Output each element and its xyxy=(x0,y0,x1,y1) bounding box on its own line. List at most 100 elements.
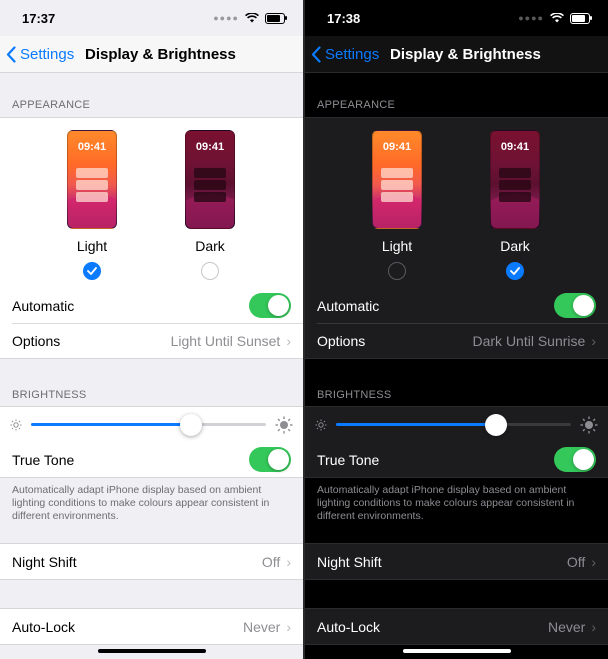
dark-preview-thumbnail[interactable]: 09:41 xyxy=(490,130,540,229)
true-tone-label: True Tone xyxy=(12,451,75,468)
appearance-label-light: Light xyxy=(76,238,108,254)
auto-lock-value: Never xyxy=(547,618,586,635)
status-time: 17:37 xyxy=(22,10,56,26)
options-value: Light Until Sunset xyxy=(170,332,281,349)
automatic-row: Automatic xyxy=(305,288,608,323)
battery-icon xyxy=(570,12,592,24)
auto-lock-group: Auto-Lock Never › xyxy=(305,608,608,645)
brightness-slider[interactable] xyxy=(336,413,571,436)
brightness-slider-row xyxy=(0,407,303,442)
appearance-label-dark: Dark xyxy=(500,238,530,254)
radio-light[interactable] xyxy=(388,262,406,280)
wifi-icon xyxy=(245,13,259,23)
night-shift-value: Off xyxy=(261,553,281,570)
back-button[interactable]: Settings xyxy=(6,46,74,63)
auto-lock-label: Auto-Lock xyxy=(317,618,381,635)
checkmark-icon xyxy=(510,267,520,275)
page-title: Display & Brightness xyxy=(390,45,541,63)
preview-time: 09:41 xyxy=(195,141,225,153)
preview-time: 09:41 xyxy=(382,141,412,153)
auto-lock-value: Never xyxy=(242,618,281,635)
true-tone-description: Automatically adapt iPhone display based… xyxy=(12,484,270,522)
chevron-right-icon: › xyxy=(591,618,596,635)
appearance-option-light[interactable]: 09:41 Light xyxy=(367,130,427,280)
options-label: Options xyxy=(12,332,61,349)
brightness-header: BRIGHTNESS xyxy=(12,389,87,401)
home-indicator[interactable] xyxy=(97,649,206,653)
night-shift-label: Night Shift xyxy=(317,553,382,570)
light-mode-screen: 17:37 ●●●● Settings Display & Brightness… xyxy=(0,0,303,659)
battery-icon xyxy=(265,12,287,24)
brightness-group: True Tone xyxy=(305,406,608,478)
appearance-option-light[interactable]: 09:41 Light xyxy=(62,130,122,280)
sun-large-icon xyxy=(275,416,293,433)
automatic-toggle[interactable] xyxy=(249,293,291,318)
chevron-left-icon xyxy=(311,45,321,63)
appearance-header: APPEARANCE xyxy=(12,99,91,111)
status-bar: 17:37 ●●●● xyxy=(0,0,303,36)
navigation-bar: Settings Display & Brightness xyxy=(0,36,303,73)
dark-preview-thumbnail[interactable]: 09:41 xyxy=(185,130,235,229)
chevron-right-icon: › xyxy=(286,332,291,349)
auto-lock-label: Auto-Lock xyxy=(12,618,76,635)
night-shift-row[interactable]: Night Shift Off › xyxy=(0,544,303,579)
true-tone-row: True Tone xyxy=(305,442,608,477)
wifi-icon xyxy=(550,13,564,23)
brightness-slider-thumb[interactable] xyxy=(179,413,202,436)
brightness-slider-row xyxy=(305,407,608,442)
radio-dark[interactable] xyxy=(506,262,524,280)
appearance-option-dark[interactable]: 09:41 Dark xyxy=(180,130,240,280)
true-tone-description: Automatically adapt iPhone display based… xyxy=(317,484,575,522)
light-preview-thumbnail[interactable]: 09:41 xyxy=(67,130,117,229)
sun-small-icon xyxy=(315,419,327,430)
automatic-toggle[interactable] xyxy=(554,293,596,318)
radio-dark[interactable] xyxy=(201,262,219,280)
chevron-left-icon xyxy=(6,45,16,63)
back-button-label: Settings xyxy=(325,45,380,63)
night-shift-group: Night Shift Off › xyxy=(305,543,608,580)
radio-light[interactable] xyxy=(83,262,101,280)
chevron-right-icon: › xyxy=(591,332,596,349)
automatic-label: Automatic xyxy=(317,297,380,314)
dark-mode-screen: 17:38 ●●●● Settings Display & Brightness… xyxy=(305,0,608,659)
preview-time: 09:41 xyxy=(500,141,530,153)
night-shift-group: Night Shift Off › xyxy=(0,543,303,580)
checkmark-icon xyxy=(87,267,97,275)
back-button[interactable]: Settings xyxy=(311,46,379,63)
automatic-label: Automatic xyxy=(12,297,75,314)
brightness-slider[interactable] xyxy=(31,413,266,436)
true-tone-toggle[interactable] xyxy=(554,447,596,472)
night-shift-row[interactable]: Night Shift Off › xyxy=(305,544,608,579)
appearance-label-dark: Dark xyxy=(195,238,225,254)
signal-icon: ●●●● xyxy=(213,13,239,23)
chevron-right-icon: › xyxy=(591,553,596,570)
true-tone-toggle[interactable] xyxy=(249,447,291,472)
options-row[interactable]: Options Light Until Sunset › xyxy=(0,323,303,358)
sun-small-icon xyxy=(10,419,22,430)
options-label: Options xyxy=(317,332,366,349)
appearance-group: 09:41 Light 09:41 Dark Automatic Options… xyxy=(305,117,608,359)
page-title: Display & Brightness xyxy=(85,45,236,63)
options-row[interactable]: Options Dark Until Sunrise › xyxy=(305,323,608,358)
status-time: 17:38 xyxy=(327,10,361,26)
appearance-picker: 09:41 Light 09:41 Dark xyxy=(305,118,608,288)
screen-comparison: 17:37 ●●●● Settings Display & Brightness… xyxy=(0,0,608,659)
brightness-slider-thumb[interactable] xyxy=(484,413,507,436)
night-shift-label: Night Shift xyxy=(12,553,77,570)
brightness-header: BRIGHTNESS xyxy=(317,389,392,401)
home-indicator[interactable] xyxy=(402,649,511,653)
navigation-bar: Settings Display & Brightness xyxy=(305,36,608,73)
chevron-right-icon: › xyxy=(286,553,291,570)
appearance-option-dark[interactable]: 09:41 Dark xyxy=(485,130,545,280)
auto-lock-row[interactable]: Auto-Lock Never › xyxy=(305,609,608,644)
true-tone-row: True Tone xyxy=(0,442,303,477)
status-bar: 17:38 ●●●● xyxy=(305,0,608,36)
preview-time: 09:41 xyxy=(77,141,107,153)
auto-lock-group: Auto-Lock Never › xyxy=(0,608,303,645)
appearance-header: APPEARANCE xyxy=(317,99,396,111)
night-shift-value: Off xyxy=(566,553,586,570)
light-preview-thumbnail[interactable]: 09:41 xyxy=(372,130,422,229)
auto-lock-row[interactable]: Auto-Lock Never › xyxy=(0,609,303,644)
options-value: Dark Until Sunrise xyxy=(472,332,586,349)
appearance-group: 09:41 Light 09:41 Dark Automatic Options… xyxy=(0,117,303,359)
